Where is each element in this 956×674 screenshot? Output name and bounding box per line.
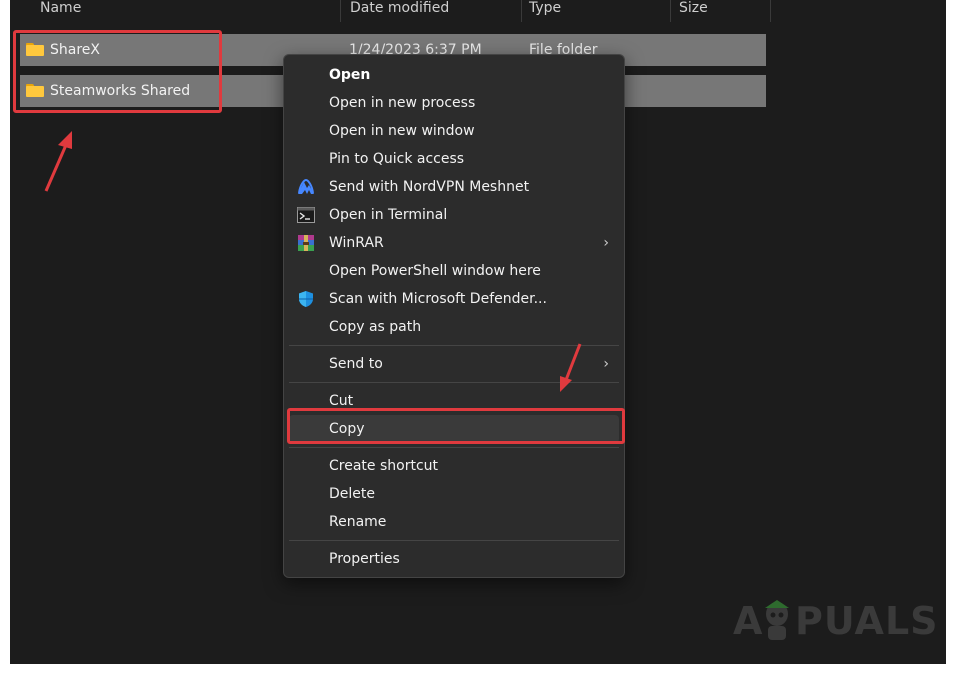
annotation-highlight-copy (287, 408, 625, 444)
menu-item-open-new-window[interactable]: Open in new window (289, 117, 619, 145)
column-divider[interactable] (670, 0, 671, 22)
menu-item-label: Properties (329, 551, 400, 567)
menu-item-delete[interactable]: Delete (289, 480, 619, 508)
menu-item-label: Pin to Quick access (329, 151, 465, 167)
menu-item-label: Scan with Microsoft Defender... (329, 291, 547, 307)
file-explorer-view: Name Date modified Type Size ShareX 1/24… (10, 0, 946, 664)
menu-item-open[interactable]: Open (289, 61, 619, 89)
menu-item-open-terminal[interactable]: Open in Terminal (289, 201, 619, 229)
defender-shield-icon (299, 291, 313, 307)
submenu-chevron-icon: › (603, 235, 609, 251)
column-header-name[interactable]: Name (40, 0, 81, 22)
column-header-type[interactable]: Type (529, 0, 561, 22)
menu-item-open-powershell[interactable]: Open PowerShell window here (289, 257, 619, 285)
mascot-logo-icon (765, 600, 789, 640)
menu-item-label: Open in Terminal (329, 207, 448, 223)
annotation-arrow-down (560, 343, 582, 392)
annotation-arrow-up (44, 131, 72, 192)
menu-item-label: Create shortcut (329, 458, 439, 474)
menu-item-label: Send to (329, 356, 383, 372)
menu-item-send-nordvpn[interactable]: Send with NordVPN Meshnet (289, 173, 619, 201)
menu-item-winrar[interactable]: WinRAR › (289, 229, 619, 257)
menu-item-label: Rename (329, 514, 387, 530)
menu-item-rename[interactable]: Rename (289, 508, 619, 536)
watermark-text-left: A (733, 599, 764, 643)
annotation-highlight-files (13, 30, 222, 113)
menu-item-label: Copy as path (329, 319, 422, 335)
submenu-chevron-icon: › (603, 356, 609, 372)
menu-item-label: Send with NordVPN Meshnet (329, 179, 530, 195)
column-divider[interactable] (521, 0, 522, 22)
menu-item-label: WinRAR (329, 235, 384, 251)
menu-item-pin-quick-access[interactable]: Pin to Quick access (289, 145, 619, 173)
menu-separator (289, 540, 619, 541)
menu-item-label: Open in new window (329, 123, 475, 139)
menu-item-create-shortcut[interactable]: Create shortcut (289, 452, 619, 480)
menu-separator (289, 447, 619, 448)
menu-item-label: Open in new process (329, 95, 476, 111)
column-divider[interactable] (770, 0, 771, 22)
watermark-text-right: PUALS (795, 599, 939, 643)
menu-item-label: Open PowerShell window here (329, 263, 541, 279)
nordvpn-icon (298, 178, 314, 194)
menu-item-properties[interactable]: Properties (289, 545, 619, 573)
menu-item-open-new-process[interactable]: Open in new process (289, 89, 619, 117)
terminal-icon (297, 207, 315, 223)
context-menu: Open Open in new process Open in new win… (283, 54, 625, 578)
menu-item-copy-as-path[interactable]: Copy as path (289, 313, 619, 341)
menu-item-label: Open (329, 67, 371, 83)
column-divider[interactable] (340, 0, 341, 22)
column-header-date[interactable]: Date modified (350, 0, 449, 22)
menu-item-label: Delete (329, 486, 375, 502)
winrar-icon (298, 235, 314, 251)
column-header-size[interactable]: Size (679, 0, 708, 22)
menu-item-scan-defender[interactable]: Scan with Microsoft Defender... (289, 285, 619, 313)
